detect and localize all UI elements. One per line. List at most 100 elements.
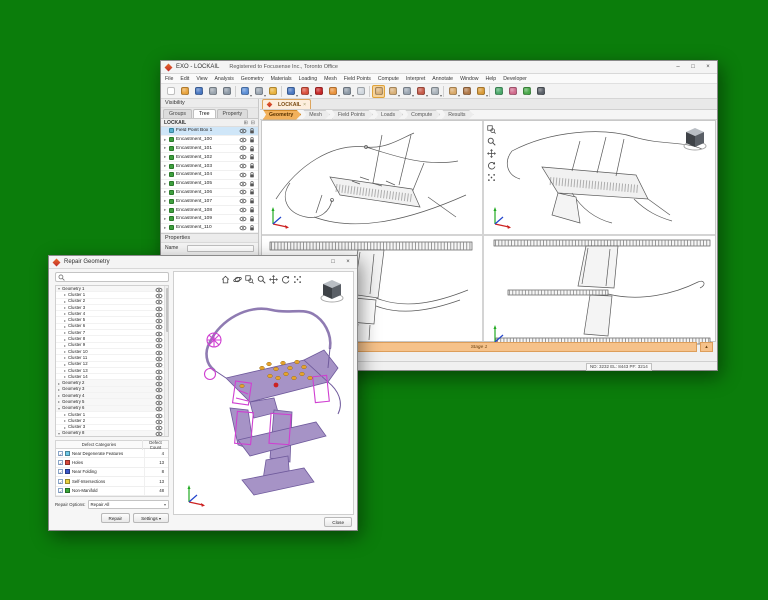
tab-property[interactable]: Property: [217, 109, 249, 118]
tree-scrollbar[interactable]: [164, 286, 168, 436]
toolbar-icon-sphere-gold[interactable]: ▾: [474, 85, 487, 98]
toolbar-icon-new-document[interactable]: [164, 85, 177, 98]
tree-row-encastment-109[interactable]: ▸Encastment_109: [161, 215, 258, 224]
maximize-button[interactable]: □: [686, 62, 700, 72]
fit-all-icon[interactable]: [292, 274, 302, 284]
visibility-eye-icon[interactable]: [239, 207, 247, 213]
repair-options-select[interactable]: Repair All ▾: [88, 500, 169, 509]
visibility-eye-icon[interactable]: [239, 145, 247, 151]
repair-tree-row-geometry-8[interactable]: ▾Geometry 8: [56, 431, 168, 437]
repair-maximize-button[interactable]: □: [326, 257, 340, 267]
toolbar-icon-result-pink[interactable]: [506, 85, 519, 98]
minimize-button[interactable]: –: [671, 62, 685, 72]
toolbar-icon-mesh[interactable]: [372, 85, 385, 98]
pan-icon[interactable]: [486, 148, 496, 158]
lock-icon[interactable]: [249, 197, 255, 205]
pan-icon[interactable]: [268, 274, 278, 284]
toolbar-icon-undo[interactable]: ▾: [238, 85, 251, 98]
close-button-repair[interactable]: Close: [324, 517, 352, 527]
expand-all-icon[interactable]: ⊞: [244, 120, 248, 126]
tree-row-encastment-101[interactable]: ▸Encastment_101: [161, 145, 258, 154]
name-field[interactable]: [187, 245, 254, 252]
visibility-eye-icon[interactable]: [239, 172, 247, 178]
tree-row-encastment-102[interactable]: ▸Encastment_102: [161, 153, 258, 162]
menu-field-points[interactable]: Field Points: [344, 76, 371, 82]
toolbar-icon-redo[interactable]: ▾: [252, 85, 265, 98]
search-input[interactable]: [67, 273, 166, 281]
tree-row-encastment-103[interactable]: ▸Encastment_103: [161, 162, 258, 171]
lock-icon[interactable]: [249, 224, 255, 232]
toolbar-icon-save[interactable]: [192, 85, 205, 98]
menu-annotate[interactable]: Annotate: [432, 76, 453, 82]
viewport-bottom-right[interactable]: [484, 236, 718, 352]
menu-interpret[interactable]: Interpret: [406, 76, 425, 82]
zoom-window-icon[interactable]: [244, 274, 254, 284]
rotate-icon[interactable]: [280, 274, 290, 284]
lock-icon[interactable]: [249, 188, 255, 196]
lock-icon[interactable]: [249, 206, 255, 214]
menu-materials[interactable]: Materials: [271, 76, 292, 82]
ribbon-tab-results[interactable]: Results: [442, 110, 473, 120]
visibility-eye-icon[interactable]: [239, 189, 247, 195]
menu-loading[interactable]: Loading: [299, 76, 317, 82]
toolbar-icon-morph[interactable]: ▾: [386, 85, 399, 98]
lock-icon[interactable]: [249, 180, 255, 188]
repair-button[interactable]: Repair: [101, 513, 131, 523]
viewport-divider-vertical[interactable]: [482, 121, 484, 341]
visibility-eye-icon[interactable]: [155, 424, 163, 437]
tree-row-encastment-105[interactable]: ▸Encastment_105: [161, 180, 258, 189]
orbit-icon[interactable]: [232, 274, 242, 284]
visibility-eye-icon[interactable]: [239, 128, 247, 134]
defect-checkbox[interactable]: ✓: [58, 460, 63, 465]
defect-checkbox[interactable]: ✓: [58, 479, 63, 484]
visibility-eye-icon[interactable]: [239, 154, 247, 160]
toolbar-icon-annotate-pen[interactable]: ▾: [298, 85, 311, 98]
toolbar-icon-sphere-brown[interactable]: [460, 85, 473, 98]
lock-icon[interactable]: [249, 145, 255, 153]
defect-checkbox[interactable]: ✓: [58, 469, 63, 474]
document-tab-lockail[interactable]: LOCKAIL ×: [262, 99, 311, 109]
repair-titlebar[interactable]: Repair Geometry □ ×: [49, 256, 357, 269]
toolbar-icon-geometry-cube[interactable]: ▾: [326, 85, 339, 98]
defect-checkbox[interactable]: ✓: [58, 451, 63, 456]
visibility-eye-icon[interactable]: [239, 181, 247, 187]
menu-analysis[interactable]: Analysis: [214, 76, 233, 82]
tree-row-encastment-110[interactable]: ▸Encastment_110: [161, 224, 258, 233]
toolbar-icon-display-options[interactable]: ▾: [284, 85, 297, 98]
defect-checkbox[interactable]: ✓: [58, 488, 63, 493]
toolbar-icon-tools-dark[interactable]: [534, 85, 547, 98]
menu-mesh[interactable]: Mesh: [324, 76, 337, 82]
repair-close-icon[interactable]: ×: [341, 257, 355, 267]
toolbar-icon-section-plane[interactable]: ▾: [340, 85, 353, 98]
tree-row-encastment-100[interactable]: ▸Encastment_100: [161, 136, 258, 145]
viewport-top-right[interactable]: [484, 121, 718, 234]
toolbar-icon-result-green[interactable]: [520, 85, 533, 98]
lock-icon[interactable]: [249, 215, 255, 223]
view-cube[interactable]: [680, 124, 710, 154]
tree-row-encastment-106[interactable]: ▸Encastment_106: [161, 189, 258, 198]
rotate-icon[interactable]: [486, 160, 496, 170]
ribbon-tab-mesh[interactable]: Mesh: [303, 110, 330, 120]
settings-button[interactable]: Settings ▾: [133, 513, 169, 523]
doc-tab-close-icon[interactable]: ×: [303, 102, 306, 108]
tab-tree[interactable]: Tree: [193, 109, 215, 118]
collapse-all-icon[interactable]: ⊟: [251, 120, 255, 126]
ribbon-tab-field-points[interactable]: Field Points: [332, 110, 373, 120]
toolbar-icon-capture[interactable]: [220, 85, 233, 98]
toolbar-icon-print[interactable]: [206, 85, 219, 98]
zoom-icon[interactable]: [256, 274, 266, 284]
toolbar-icon-compute-tool[interactable]: [492, 85, 505, 98]
ribbon-tab-geometry[interactable]: Geometry: [263, 110, 301, 120]
zoom-icon[interactable]: [486, 136, 496, 146]
menu-edit[interactable]: Edit: [180, 76, 189, 82]
toolbar-icon-copy-part[interactable]: ▾: [428, 85, 441, 98]
toolbar-icon-sphere-sand[interactable]: ▾: [446, 85, 459, 98]
lock-icon[interactable]: [249, 153, 255, 161]
menu-compute[interactable]: Compute: [378, 76, 399, 82]
repair-viewport[interactable]: [173, 271, 354, 515]
visibility-eye-icon[interactable]: [239, 216, 247, 222]
ribbon-tab-compute[interactable]: Compute: [405, 110, 440, 120]
zoom-window-icon[interactable]: [486, 124, 496, 134]
fit-all-icon[interactable]: [486, 172, 496, 182]
visibility-eye-icon[interactable]: [239, 163, 247, 169]
